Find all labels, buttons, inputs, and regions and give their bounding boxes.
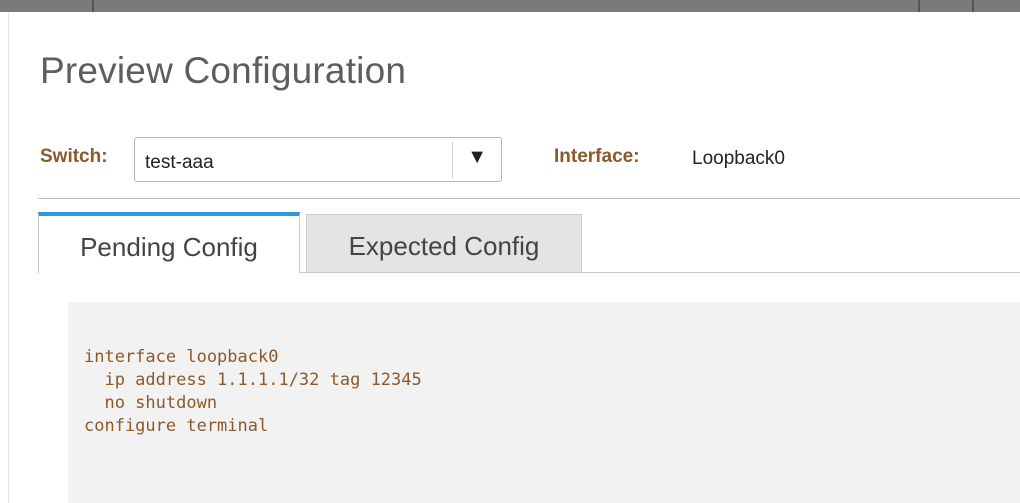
chevron-down-icon[interactable]: ▼: [467, 146, 487, 169]
top-bar-tick: [92, 0, 94, 12]
config-lines: interface loopback0 ip address 1.1.1.1/3…: [84, 346, 422, 438]
dialog-title: Preview Configuration: [40, 50, 407, 91]
config-preview-panel: interface loopback0 ip address 1.1.1.1/3…: [68, 302, 1020, 503]
config-line: ip address 1.1.1.1/32 tag 12345: [84, 370, 422, 390]
interface-value: Loopback0: [692, 148, 785, 169]
config-line: no shutdown: [84, 393, 218, 413]
top-bar: [0, 0, 1020, 12]
select-divider: [452, 142, 453, 178]
header-divider: [38, 198, 1020, 199]
switch-select-value: test-aaa: [145, 152, 214, 173]
preview-config-window: Preview Configuration Switch: test-aaa ▼…: [0, 0, 1020, 503]
config-line: interface loopback0: [84, 347, 279, 367]
top-bar-tick: [918, 0, 920, 12]
dialog-border: [8, 12, 9, 503]
switch-label: Switch:: [40, 146, 108, 167]
switch-select[interactable]: test-aaa ▼: [134, 137, 502, 182]
tab-pending-config[interactable]: Pending Config: [38, 212, 300, 273]
interface-label: Interface:: [554, 146, 640, 167]
config-line: configure terminal: [84, 416, 269, 436]
top-bar-tick: [972, 0, 974, 12]
tab-expected-config[interactable]: Expected Config: [306, 214, 582, 272]
